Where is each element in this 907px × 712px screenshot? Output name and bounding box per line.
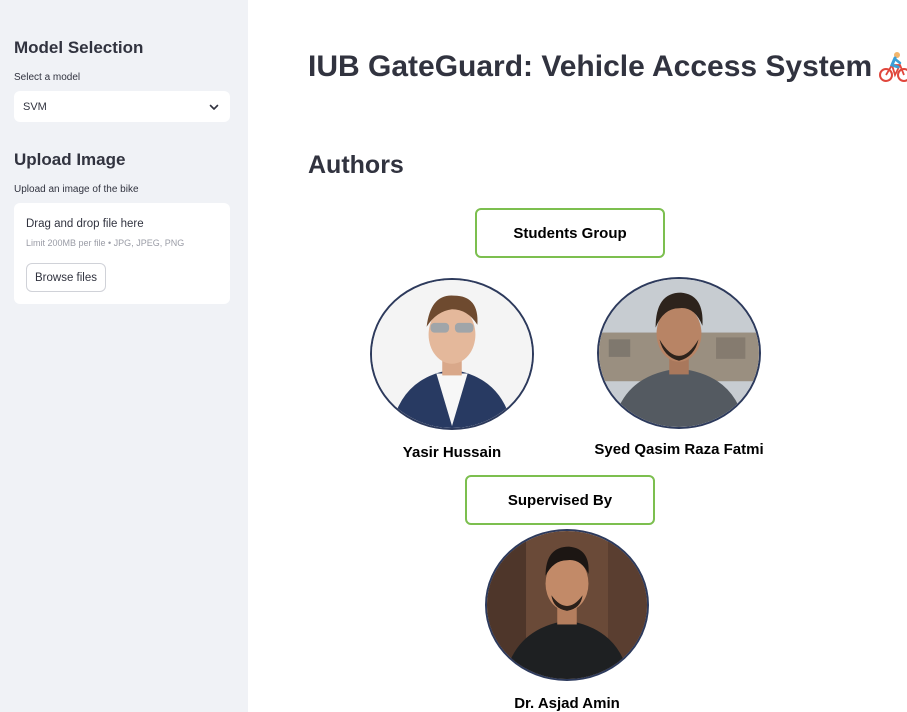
dropzone-title: Drag and drop file here [26,218,144,230]
dropzone-limit: Limit 200MB per file • JPG, JPEG, PNG [26,238,185,248]
portrait-photo [487,531,647,679]
portrait-photo [599,279,759,427]
model-select[interactable]: SVM [14,91,230,122]
authors-heading: Authors [308,151,404,179]
portrait-photo [372,280,532,428]
sidebar: Model Selection Select a model SVM Uploa… [0,0,248,712]
avatar-syed-qasim-raza-fatmi [597,277,761,429]
supervisor-name: Dr. Asjad Amin [514,695,620,712]
select-model-label: Select a model [14,72,81,83]
browse-files-button[interactable]: Browse files [26,263,106,292]
student-name: Yasir Hussain [402,444,502,461]
model-selection-heading: Model Selection [14,38,144,57]
students-group-box: Students Group [475,208,665,258]
chevron-down-icon [209,104,219,110]
model-select-value: SVM [23,100,47,113]
page-title: IUB GateGuard: Vehicle Access System [308,50,907,84]
avatar-yasir-hussain [370,278,534,430]
supervised-by-box: Supervised By [465,475,655,525]
file-dropzone[interactable]: Drag and drop file here Limit 200MB per … [14,203,230,304]
avatar-dr-asjad-amin [485,529,649,681]
student-name: Syed Qasim Raza Fatmi [594,441,764,458]
bicyclist-icon [879,52,907,82]
main-content: IUB GateGuard: Vehicle Access System Aut… [248,0,907,712]
app-root: Model Selection Select a model SVM Uploa… [0,0,907,712]
upload-image-heading: Upload Image [14,150,126,169]
upload-label: Upload an image of the bike [14,184,139,195]
page-title-text: IUB GateGuard: Vehicle Access System [308,50,873,83]
